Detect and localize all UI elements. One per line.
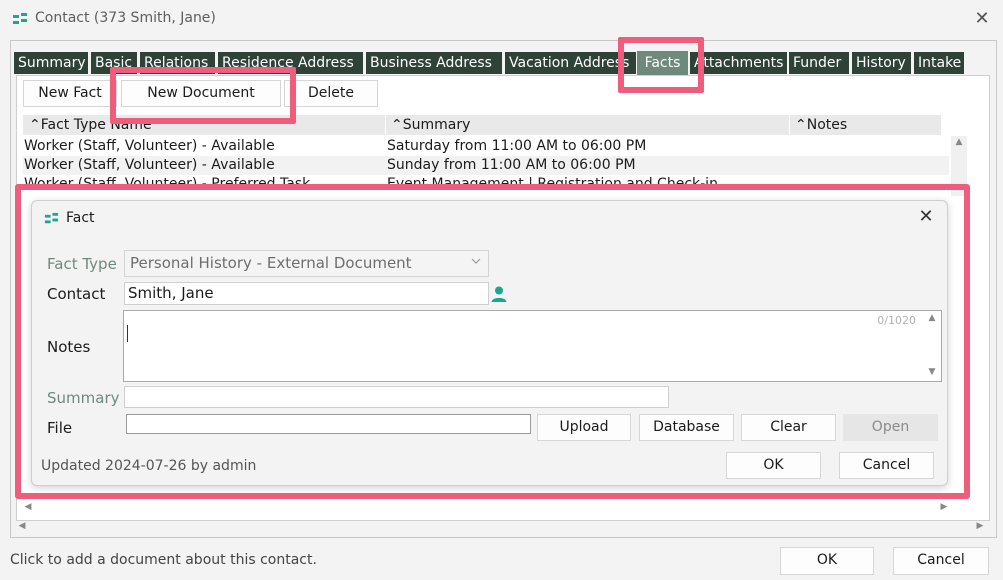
highlight-facts-tab bbox=[618, 37, 704, 93]
delete-button[interactable]: Delete bbox=[284, 80, 378, 107]
app-logo-icon bbox=[13, 13, 27, 24]
table-cell-fact-type[interactable]: Worker (Staff, Volunteer) - Available bbox=[24, 156, 384, 175]
scroll-left-icon[interactable]: ◀ bbox=[16, 521, 28, 531]
table-cell-summary[interactable]: Saturday from 11:00 AM to 06:00 PM bbox=[387, 137, 787, 156]
scroll-right-icon[interactable]: ▶ bbox=[938, 502, 950, 512]
table-cell-fact-type[interactable]: Worker (Staff, Volunteer) - Available bbox=[24, 137, 384, 156]
cancel-button[interactable]: Cancel bbox=[893, 547, 989, 575]
tab-vacation-address[interactable]: Vacation Address bbox=[505, 52, 636, 74]
column-divider bbox=[385, 115, 386, 135]
column-header-label: Summary bbox=[402, 117, 471, 133]
tab-horizontal-scrollbar[interactable]: ◀ ▶ bbox=[16, 520, 990, 534]
tab-business-address[interactable]: Business Address bbox=[366, 52, 502, 74]
status-text: Click to add a document about this conta… bbox=[10, 552, 317, 568]
sort-asc-icon: ⌃ bbox=[795, 117, 807, 133]
column-divider bbox=[789, 115, 790, 135]
column-header-summary[interactable]: ⌃Summary bbox=[391, 115, 789, 135]
scroll-right-icon[interactable]: ▶ bbox=[974, 521, 986, 531]
column-header-label: Notes bbox=[806, 117, 848, 133]
highlight-dialog-frame bbox=[15, 184, 970, 499]
ok-button[interactable]: OK bbox=[780, 547, 874, 575]
tab-summary[interactable]: Summary bbox=[14, 52, 88, 74]
tab-intake[interactable]: Intake bbox=[914, 52, 964, 74]
scroll-up-icon[interactable]: ▲ bbox=[953, 137, 965, 147]
new-fact-button[interactable]: New Fact bbox=[23, 80, 117, 107]
tab-attachments[interactable]: Attachments bbox=[690, 52, 787, 74]
window-title: Contact (373 Smith, Jane) bbox=[35, 10, 216, 26]
tab-funder[interactable]: Funder bbox=[789, 52, 849, 74]
table-cell-summary[interactable]: Sunday from 11:00 AM to 06:00 PM bbox=[387, 156, 787, 175]
column-header-notes[interactable]: ⌃Notes bbox=[795, 115, 935, 135]
highlight-new-document-button bbox=[110, 67, 296, 124]
list-horizontal-scrollbar[interactable]: ◀ ▶ bbox=[16, 502, 954, 516]
sort-asc-icon: ⌃ bbox=[391, 117, 403, 133]
tab-history[interactable]: History bbox=[852, 52, 911, 74]
scroll-left-icon[interactable]: ◀ bbox=[22, 502, 34, 512]
window-close-icon[interactable]: ✕ bbox=[970, 8, 994, 32]
sort-asc-icon: ⌃ bbox=[29, 117, 41, 133]
